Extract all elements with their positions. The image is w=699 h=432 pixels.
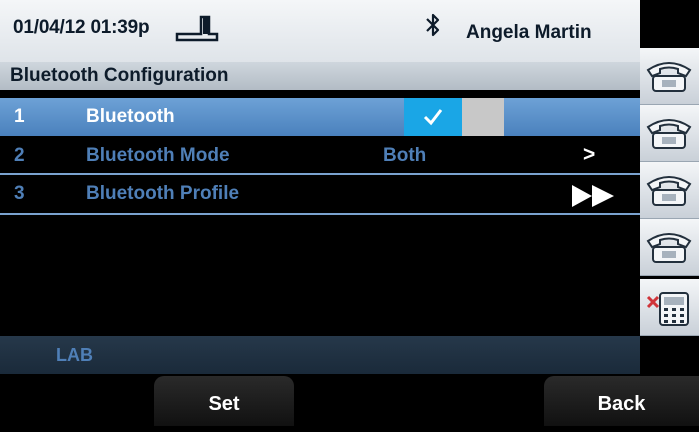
title-bar: Bluetooth Configuration bbox=[0, 62, 640, 90]
double-arrow-icon bbox=[570, 183, 618, 209]
back-softkey[interactable]: Back bbox=[544, 376, 699, 426]
check-icon bbox=[423, 109, 443, 126]
info-bar: LAB bbox=[0, 336, 640, 374]
line-key-5[interactable] bbox=[640, 279, 699, 336]
phone-line-icon bbox=[646, 62, 692, 92]
page-title: Bluetooth Configuration bbox=[10, 65, 229, 86]
menu-item-number: 2 bbox=[14, 145, 25, 166]
phone-line-icon bbox=[646, 176, 692, 206]
line-key-column bbox=[640, 0, 699, 336]
menu-item-label: Bluetooth Mode bbox=[86, 145, 230, 166]
bluetooth-icon bbox=[423, 10, 443, 40]
set-softkey[interactable]: Set bbox=[154, 376, 294, 426]
menu-item-number: 3 bbox=[14, 183, 25, 204]
menu-item-label: Bluetooth Profile bbox=[86, 183, 240, 204]
info-bar-label: LAB bbox=[56, 345, 93, 365]
status-bar: 01/04/12 01:39p Angela Martin bbox=[0, 0, 640, 62]
line-key-1[interactable] bbox=[640, 48, 699, 105]
line-key-3[interactable] bbox=[640, 162, 699, 219]
phone-grid-missed-icon bbox=[646, 292, 689, 326]
menu-item-label: Bluetooth bbox=[86, 106, 175, 127]
line-key-2[interactable] bbox=[640, 105, 699, 162]
line-key-4[interactable] bbox=[640, 219, 699, 276]
status-username: Angela Martin bbox=[466, 22, 592, 43]
chevron-right-icon: > bbox=[583, 143, 596, 166]
bluetooth-disabled-toggle[interactable] bbox=[462, 98, 504, 136]
menu-item-number: 1 bbox=[14, 106, 25, 127]
menu-item-bluetooth-mode[interactable]: 2 Bluetooth Mode Both > bbox=[0, 137, 640, 175]
bluetooth-enabled-toggle[interactable] bbox=[404, 98, 462, 136]
menu-item-bluetooth[interactable]: 1 Bluetooth bbox=[0, 98, 640, 136]
status-datetime: 01/04/12 01:39p bbox=[13, 17, 150, 38]
phone-line-icon bbox=[646, 119, 692, 149]
handset-status-icon bbox=[173, 14, 221, 42]
menu-item-bluetooth-profile[interactable]: 3 Bluetooth Profile bbox=[0, 175, 640, 215]
phone-line-icon bbox=[646, 233, 692, 263]
menu-item-value: Both bbox=[383, 145, 427, 166]
